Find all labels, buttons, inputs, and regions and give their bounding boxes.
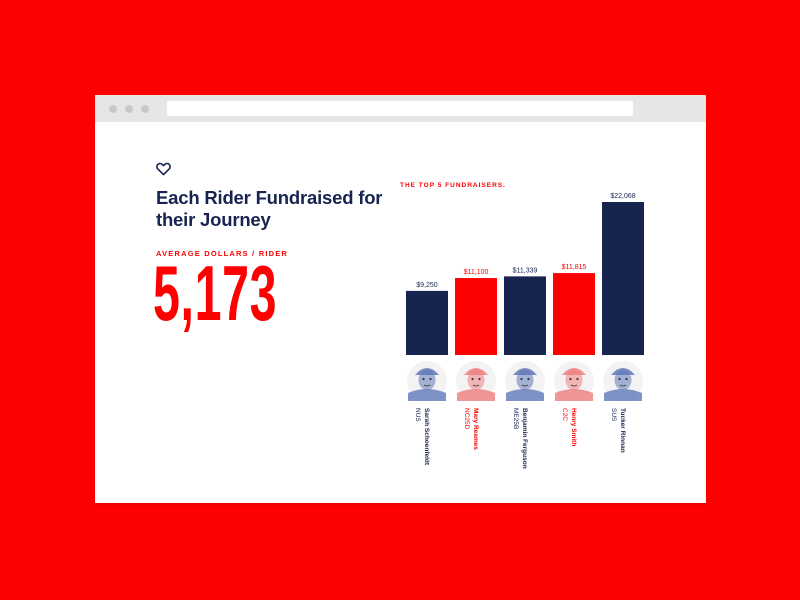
bar-value-label-1: $9,250 <box>416 282 438 289</box>
bar-value-label-3: $11,339 <box>513 267 538 274</box>
bar-4 <box>553 273 595 355</box>
rider-name-label-1: Sarah Schoenfeldt <box>423 408 430 466</box>
avatar-5 <box>603 361 643 401</box>
rider-team-label-3: ME25B <box>512 408 519 429</box>
avatar-3 <box>505 361 545 401</box>
bar-value-label-2: $11,100 <box>464 269 489 276</box>
rider-team-label-1: NUS <box>414 408 421 422</box>
browser-window: Each Rider Fundraised for their Journey … <box>95 95 706 503</box>
bar-value-label-4: $11,815 <box>562 264 587 271</box>
rider-name-label-4: Henry Smith <box>570 408 577 446</box>
bar-2 <box>455 278 497 355</box>
bar-5 <box>602 202 644 355</box>
fundraisers-bar-chart: $9,250 NUS Sarah Schoenfeldt $11,100 NC25D Ma… <box>406 193 644 469</box>
bar-1 <box>406 290 448 355</box>
rider-team-label-2: NC25D <box>463 408 470 430</box>
rider-name-label-3: Benjamin Ferguson <box>521 408 528 469</box>
rider-name-label-5: Tucker Rinnan <box>619 408 626 453</box>
rider-name-label-2: Mary Reames <box>472 408 479 450</box>
rider-team-label-4: C2C <box>561 408 568 421</box>
bar-value-label-5: $22,068 <box>610 193 635 200</box>
rider-team-label-5: SUS <box>610 408 617 422</box>
bar-3 <box>504 276 546 355</box>
avatar-2 <box>456 361 496 401</box>
avatar-1 <box>407 361 447 401</box>
avatar-4 <box>554 361 594 401</box>
